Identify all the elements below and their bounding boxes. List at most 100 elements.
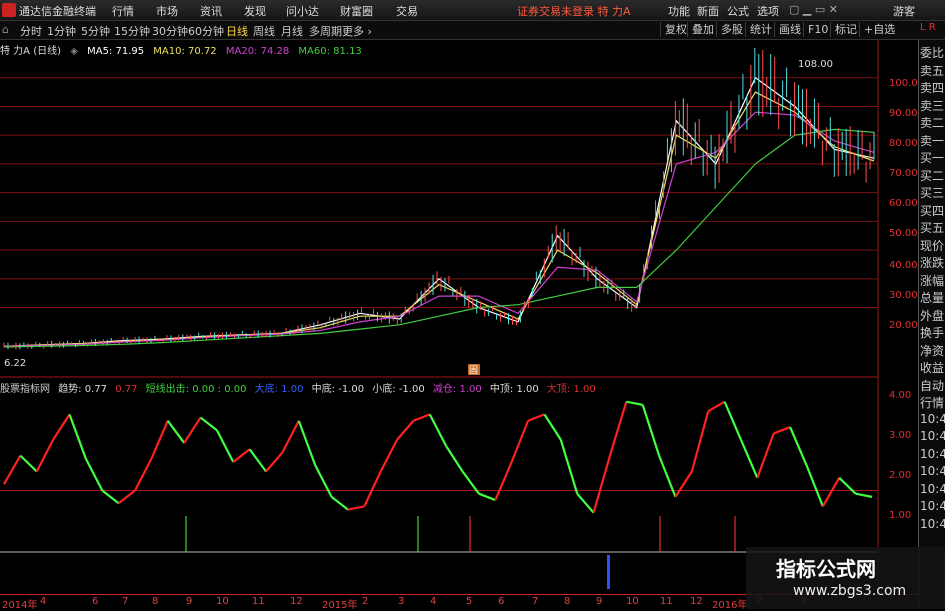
sidebar-item[interactable]: 卖四 [920, 79, 944, 96]
menu-item-wealth[interactable]: 财富圈 [340, 3, 373, 19]
sidebar-item[interactable]: 行情 [920, 394, 944, 411]
watermark: 指标公式网 www.zbgs3.com [746, 547, 945, 609]
period-5min[interactable]: 5分钟 [81, 23, 110, 39]
x-tick: 12 [690, 596, 703, 607]
main-y-tick: 100.0 [889, 78, 918, 89]
trend-value: 0.77 [115, 384, 138, 395]
indicator-legend: 股票指标网 趋势: 0.77 0.77 短线出击: 0.00 : 0.00 大底… [0, 380, 601, 395]
sidebar-item[interactable]: 买二 [920, 167, 944, 184]
stock-period-label: 特 力A (日线) [0, 46, 62, 57]
x-tick: 6 [498, 596, 505, 607]
ma60-label: MA60: 81.13 [298, 46, 362, 57]
big-bottom-bar [607, 555, 610, 589]
short-out-label: 短线出击: 0.00 : 0.00 [145, 384, 247, 395]
sidebar-item[interactable]: 现价 [920, 237, 944, 254]
ma5-label: MA5: 71.95 [87, 46, 145, 57]
chart-canvas[interactable]: 108.00 6.22 固 [0, 40, 918, 594]
sidebar-item[interactable]: 10:4 [920, 482, 945, 496]
sidebar-item[interactable]: 10:4 [920, 447, 945, 461]
period-1min[interactable]: 1分钟 [47, 23, 76, 39]
x-tick: 4 [40, 596, 47, 607]
period-day[interactable]: 日线 [226, 23, 248, 39]
btn-draw[interactable]: 画线 [774, 22, 805, 37]
sidebar-item[interactable]: 自动 [920, 377, 944, 394]
toolbar-home-icon[interactable]: ⌂ [2, 23, 9, 36]
high-price-label: 108.00 [798, 59, 833, 70]
menu-item-market[interactable]: 市场 [156, 3, 178, 19]
main-y-tick: 70.00 [889, 168, 918, 179]
app-logo-icon [2, 3, 16, 17]
period-15min[interactable]: 15分钟 [114, 23, 150, 39]
ma-legend: 特 力A (日线) ◈ MA5: 71.95 MA10: 70.72 MA20:… [0, 42, 368, 57]
main-y-tick: 30.00 [889, 290, 918, 301]
main-y-tick: 90.00 [889, 108, 918, 119]
sidebar-item[interactable]: 卖一 [920, 132, 944, 149]
sidebar-item[interactable]: 涨幅 [920, 272, 944, 289]
sidebar-corner-l: L [920, 22, 926, 33]
sidebar-item[interactable]: 10:4 [920, 499, 945, 513]
period-more[interactable]: 更多 › [342, 23, 372, 39]
sidebar-item[interactable]: 换手 [920, 324, 944, 341]
window-controls[interactable]: ▢ ▁ ▭ ✕ [789, 3, 838, 16]
period-30min[interactable]: 30分钟 [152, 23, 188, 39]
menu-item-ask[interactable]: 问小达 [286, 3, 319, 19]
indicator-y-tick: 2.00 [889, 470, 912, 481]
menu-new-page[interactable]: 新面 [697, 3, 719, 19]
menu-item-discover[interactable]: 发现 [244, 3, 266, 19]
menu-options[interactable]: 选项 [757, 3, 779, 19]
period-60min[interactable]: 60分钟 [188, 23, 224, 39]
main-y-tick: 40.00 [889, 260, 918, 271]
sidebar-item[interactable]: 卖二 [920, 114, 944, 131]
indicator-y-tick: 4.00 [889, 390, 912, 401]
sidebar-item[interactable]: 收益 [920, 359, 944, 376]
period-toolbar: ⌂ 分时 1分钟 5分钟 15分钟 30分钟 60分钟 日线 周线 月线 多周期… [0, 21, 945, 40]
sidebar-item[interactable]: 卖三 [920, 97, 944, 114]
sidebar-item[interactable]: 10:4 [920, 412, 945, 426]
mid-top-label: 中顶: 1.00 [489, 384, 539, 395]
sidebar-item[interactable]: 净资 [920, 342, 944, 359]
big-bottom-label: 大底: 1.00 [254, 384, 304, 395]
small-bottom-label: 小底: -1.00 [372, 384, 425, 395]
ma10-label: MA10: 70.72 [153, 46, 217, 57]
sidebar-item[interactable]: 外盘 [920, 307, 944, 324]
reduce-label: 减仓: 1.00 [432, 384, 482, 395]
menu-functions[interactable]: 功能 [668, 3, 690, 19]
sidebar-item[interactable]: 委比 [920, 44, 944, 61]
sidebar-item[interactable]: 买一 [920, 149, 944, 166]
user-label[interactable]: 游客 [893, 3, 915, 19]
sidebar-item[interactable]: 10:4 [920, 517, 945, 531]
btn-add-favorite[interactable]: +自选 [859, 22, 899, 37]
period-tick[interactable]: 分时 [20, 23, 42, 39]
trend-label: 趋势: 0.77 [58, 384, 108, 395]
menu-item-trade[interactable]: 交易 [396, 3, 418, 19]
sidebar-item[interactable]: 10:4 [920, 429, 945, 443]
x-tick: 7 [122, 596, 129, 607]
btn-f10[interactable]: F10 [803, 22, 832, 37]
x-tick: 3 [398, 596, 405, 607]
sidebar-item[interactable]: 买五 [920, 219, 944, 236]
period-week[interactable]: 周线 [253, 23, 275, 39]
watermark-url: www.zbgs3.com [793, 583, 907, 599]
x-tick: 10 [626, 596, 639, 607]
menu-formula[interactable]: 公式 [727, 3, 749, 19]
period-multi[interactable]: 多周期 [309, 23, 342, 39]
btn-overlay[interactable]: 叠加 [687, 22, 718, 37]
period-month[interactable]: 月线 [281, 23, 303, 39]
right-sidebar: L R 委比 卖五 卖四 卖三 卖二 卖一 买一 买二 买三 买四 买五 现价 涨跌 涨幅 总量 外盘 换手 净资… [918, 22, 945, 609]
event-marker-label: 固 [469, 365, 478, 376]
menu-item-quotes[interactable]: 行情 [112, 3, 134, 19]
sidebar-item[interactable]: 总量 [920, 289, 944, 306]
low-price-label: 6.22 [4, 358, 26, 369]
sidebar-item[interactable]: 涨跌 [920, 254, 944, 271]
sidebar-item[interactable]: 买四 [920, 202, 944, 219]
btn-stats[interactable]: 统计 [745, 22, 776, 37]
menu-item-news[interactable]: 资讯 [200, 3, 222, 19]
stock-name: 特 力A [597, 5, 631, 18]
mid-bottom-label: 中底: -1.00 [311, 384, 365, 395]
sidebar-item[interactable]: 卖五 [920, 62, 944, 79]
btn-mark[interactable]: 标记 [830, 22, 861, 37]
sidebar-item[interactable]: 买三 [920, 184, 944, 201]
btn-multi-stock[interactable]: 多股 [716, 22, 747, 37]
sidebar-item[interactable]: 10:4 [920, 464, 945, 478]
settings-icon[interactable]: ◈ [70, 46, 78, 57]
